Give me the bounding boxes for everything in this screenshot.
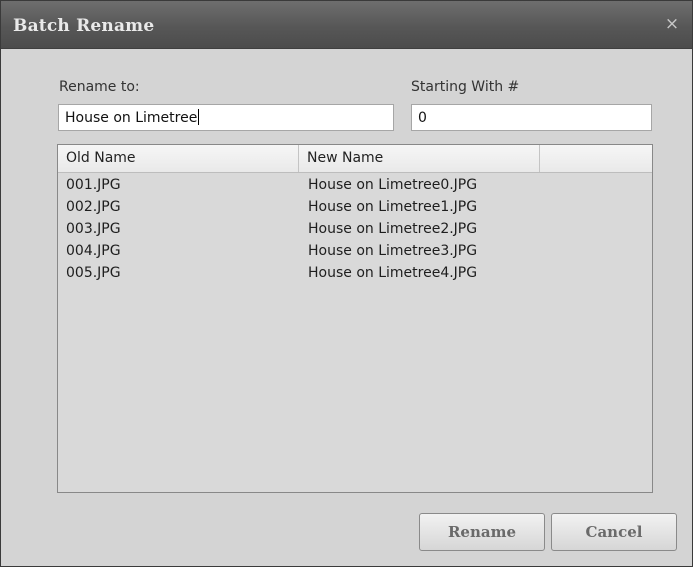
starting-with-label: Starting With # — [411, 79, 520, 95]
starting-number-input[interactable]: 0 — [411, 104, 652, 131]
rename-button[interactable]: Rename — [419, 513, 545, 551]
column-header-new-name[interactable]: New Name — [299, 145, 540, 172]
column-header-empty[interactable] — [540, 145, 652, 172]
list-header: Old Name New Name — [58, 145, 652, 173]
rename-preview-list[interactable]: Old Name New Name 001.JPG House on Limet… — [57, 144, 653, 493]
old-name-cell: 001.JPG — [66, 177, 121, 193]
table-row[interactable]: 001.JPG House on Limetree0.JPG — [58, 176, 652, 198]
list-rows: 001.JPG House on Limetree0.JPG 002.JPG H… — [58, 176, 652, 286]
batch-rename-dialog: Batch Rename × Rename to: House on Limet… — [0, 0, 693, 567]
table-row[interactable]: 005.JPG House on Limetree4.JPG — [58, 264, 652, 286]
old-name-cell: 002.JPG — [66, 199, 121, 215]
close-icon[interactable]: × — [662, 14, 682, 34]
cancel-button[interactable]: Cancel — [551, 513, 677, 551]
table-row[interactable]: 003.JPG House on Limetree2.JPG — [58, 220, 652, 242]
starting-number-value: 0 — [418, 110, 427, 126]
new-name-cell: House on Limetree1.JPG — [308, 199, 478, 215]
dialog-title: Batch Rename — [13, 16, 155, 36]
text-caret — [198, 109, 200, 125]
table-row[interactable]: 004.JPG House on Limetree3.JPG — [58, 242, 652, 264]
rename-to-label: Rename to: — [59, 79, 140, 95]
rename-to-value: House on Limetree — [65, 110, 198, 126]
table-row[interactable]: 002.JPG House on Limetree1.JPG — [58, 198, 652, 220]
new-name-cell: House on Limetree3.JPG — [308, 243, 478, 259]
old-name-cell: 004.JPG — [66, 243, 121, 259]
new-name-cell: House on Limetree0.JPG — [308, 177, 478, 193]
old-name-cell: 003.JPG — [66, 221, 121, 237]
new-name-cell: House on Limetree4.JPG — [308, 265, 478, 281]
new-name-cell: House on Limetree2.JPG — [308, 221, 478, 237]
old-name-cell: 005.JPG — [66, 265, 121, 281]
title-bar[interactable]: Batch Rename × — [1, 1, 692, 49]
rename-to-input[interactable]: House on Limetree — [58, 104, 394, 131]
column-header-old-name[interactable]: Old Name — [58, 145, 299, 172]
